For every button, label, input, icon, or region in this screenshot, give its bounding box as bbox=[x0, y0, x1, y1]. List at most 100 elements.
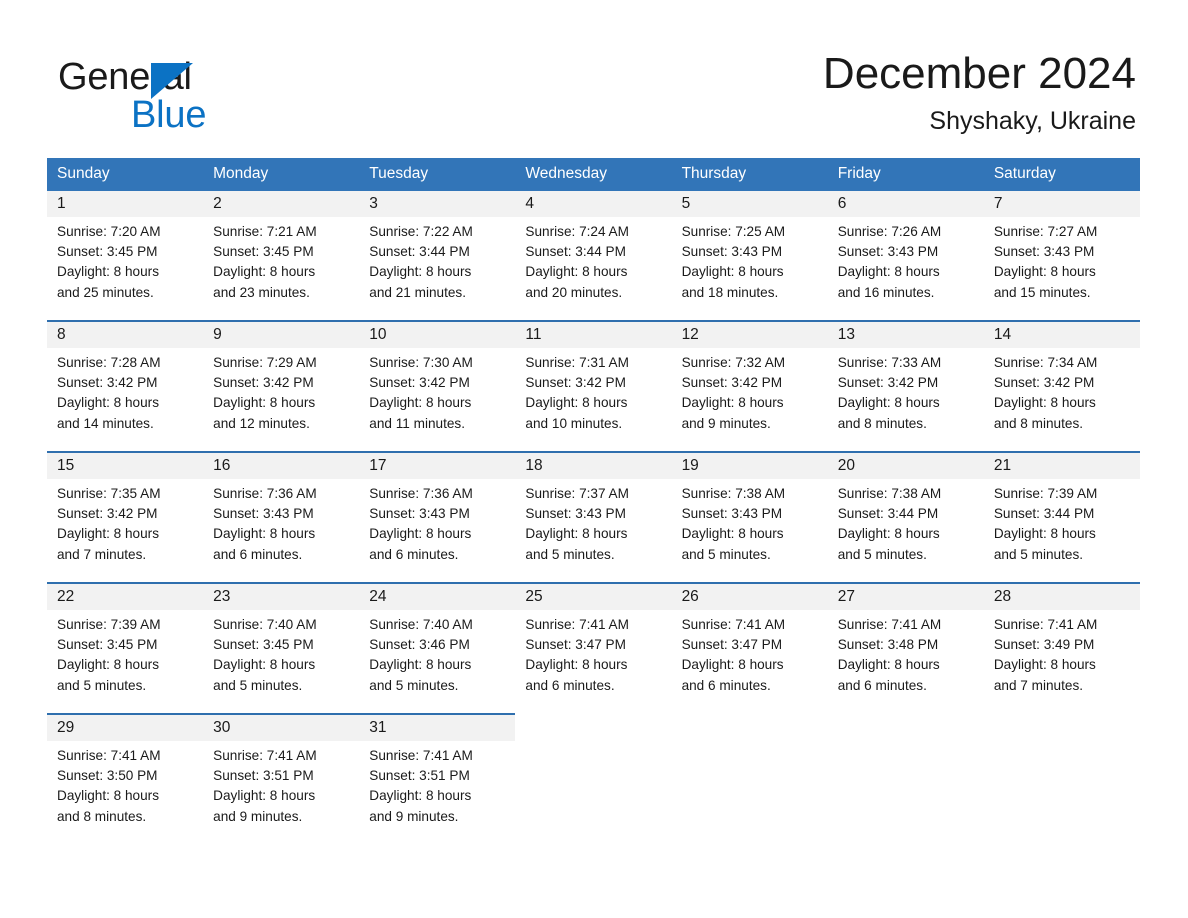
day-cell[interactable]: Sunrise: 7:39 AM Sunset: 3:44 PM Dayligh… bbox=[983, 479, 1140, 583]
week-detail-row: Sunrise: 7:20 AM Sunset: 3:45 PM Dayligh… bbox=[47, 217, 1140, 321]
sunrise-text: Sunrise: 7:41 AM bbox=[993, 617, 1098, 632]
day-cell[interactable]: Sunrise: 7:41 AM Sunset: 3:50 PM Dayligh… bbox=[47, 741, 204, 845]
daylight-line2: and 5 minutes. bbox=[681, 546, 771, 562]
day-number[interactable]: 29 bbox=[47, 713, 204, 741]
day-number[interactable]: 24 bbox=[359, 582, 516, 610]
day-number[interactable]: 16 bbox=[203, 451, 360, 479]
day-cell[interactable]: Sunrise: 7:30 AM Sunset: 3:42 PM Dayligh… bbox=[359, 348, 516, 452]
day-number[interactable]: 26 bbox=[671, 582, 828, 610]
day-number[interactable]: 25 bbox=[515, 582, 672, 610]
day-cell[interactable]: Sunrise: 7:31 AM Sunset: 3:42 PM Dayligh… bbox=[515, 348, 672, 452]
daylight-line2: and 16 minutes. bbox=[837, 284, 935, 300]
sunrise-text: Sunrise: 7:22 AM bbox=[369, 224, 473, 239]
day-number[interactable]: 31 bbox=[359, 713, 516, 741]
day-number[interactable]: 5 bbox=[671, 191, 828, 217]
day-cell[interactable]: Sunrise: 7:20 AM Sunset: 3:45 PM Dayligh… bbox=[47, 217, 204, 321]
general-blue-logo[interactable]: General Blue bbox=[58, 55, 388, 136]
daylight-line2: and 9 minutes. bbox=[681, 415, 771, 431]
calendar-page: General Blue December 2024 Shyshaky, Ukr… bbox=[0, 0, 1188, 918]
day-cell[interactable]: Sunrise: 7:36 AM Sunset: 3:43 PM Dayligh… bbox=[203, 479, 360, 583]
sunset-text: Sunset: 3:42 PM bbox=[837, 375, 939, 391]
day-number[interactable]: 15 bbox=[47, 451, 204, 479]
day-number[interactable]: 17 bbox=[359, 451, 516, 479]
day-cell[interactable]: Sunrise: 7:38 AM Sunset: 3:44 PM Dayligh… bbox=[827, 479, 984, 583]
sunrise-text: Sunrise: 7:21 AM bbox=[213, 224, 317, 239]
day-cell[interactable]: Sunrise: 7:41 AM Sunset: 3:47 PM Dayligh… bbox=[515, 610, 672, 714]
day-cell[interactable]: Sunrise: 7:33 AM Sunset: 3:42 PM Dayligh… bbox=[827, 348, 984, 452]
day-cell[interactable]: Sunrise: 7:40 AM Sunset: 3:45 PM Dayligh… bbox=[203, 610, 360, 714]
sunrise-text: Sunrise: 7:30 AM bbox=[369, 355, 473, 370]
day-number[interactable]: 28 bbox=[983, 582, 1140, 610]
sunset-text: Sunset: 3:43 PM bbox=[993, 244, 1095, 260]
day-cell[interactable]: Sunrise: 7:28 AM Sunset: 3:42 PM Dayligh… bbox=[47, 348, 204, 452]
day-cell[interactable]: Sunrise: 7:41 AM Sunset: 3:47 PM Dayligh… bbox=[671, 610, 828, 714]
day-cell[interactable]: Sunrise: 7:24 AM Sunset: 3:44 PM Dayligh… bbox=[515, 217, 672, 321]
day-number[interactable]: 3 bbox=[359, 191, 516, 217]
day-cell[interactable]: Sunrise: 7:38 AM Sunset: 3:43 PM Dayligh… bbox=[671, 479, 828, 583]
day-number[interactable]: 21 bbox=[983, 451, 1140, 479]
day-number[interactable]: 19 bbox=[671, 451, 828, 479]
day-cell[interactable]: Sunrise: 7:29 AM Sunset: 3:42 PM Dayligh… bbox=[203, 348, 360, 452]
page-subtitle-location: Shyshaky, Ukraine bbox=[929, 107, 1136, 135]
day-number[interactable]: 7 bbox=[983, 191, 1140, 217]
day-cell[interactable]: Sunrise: 7:25 AM Sunset: 3:43 PM Dayligh… bbox=[671, 217, 828, 321]
daylight-line1: Daylight: 8 hours bbox=[837, 526, 940, 542]
day-number[interactable]: 14 bbox=[983, 320, 1140, 348]
daylight-line2: and 9 minutes. bbox=[213, 808, 303, 824]
daylight-line1: Daylight: 8 hours bbox=[369, 395, 472, 411]
sunset-text: Sunset: 3:45 PM bbox=[57, 637, 158, 653]
day-number[interactable]: 9 bbox=[203, 320, 360, 348]
day-number[interactable]: 4 bbox=[515, 191, 672, 217]
sunrise-text: Sunrise: 7:39 AM bbox=[57, 617, 161, 632]
day-cell[interactable]: Sunrise: 7:27 AM Sunset: 3:43 PM Dayligh… bbox=[983, 217, 1140, 321]
daylight-line2: and 14 minutes. bbox=[57, 415, 154, 431]
sunrise-text: Sunrise: 7:24 AM bbox=[525, 224, 629, 239]
logo-text-blue: Blue bbox=[131, 94, 207, 136]
day-cell[interactable]: Sunrise: 7:37 AM Sunset: 3:43 PM Dayligh… bbox=[515, 479, 672, 583]
day-number[interactable]: 13 bbox=[827, 320, 984, 348]
daylight-line2: and 6 minutes. bbox=[213, 546, 303, 562]
weekday-header-monday: Monday bbox=[203, 158, 360, 191]
day-cell[interactable]: Sunrise: 7:22 AM Sunset: 3:44 PM Dayligh… bbox=[359, 217, 516, 321]
day-cell[interactable]: Sunrise: 7:35 AM Sunset: 3:42 PM Dayligh… bbox=[47, 479, 204, 583]
day-number[interactable]: 2 bbox=[203, 191, 360, 217]
day-cell[interactable]: Sunrise: 7:32 AM Sunset: 3:42 PM Dayligh… bbox=[671, 348, 828, 452]
day-cell[interactable]: Sunrise: 7:36 AM Sunset: 3:43 PM Dayligh… bbox=[359, 479, 516, 583]
day-cell[interactable]: Sunrise: 7:39 AM Sunset: 3:45 PM Dayligh… bbox=[47, 610, 204, 714]
day-cell[interactable]: Sunrise: 7:26 AM Sunset: 3:43 PM Dayligh… bbox=[827, 217, 984, 321]
sunset-text: Sunset: 3:43 PM bbox=[837, 244, 939, 260]
day-number[interactable]: 30 bbox=[203, 713, 360, 741]
daylight-line1: Daylight: 8 hours bbox=[213, 526, 316, 542]
daylight-line1: Daylight: 8 hours bbox=[993, 264, 1096, 280]
day-number[interactable]: 20 bbox=[827, 451, 984, 479]
day-cell[interactable]: Sunrise: 7:21 AM Sunset: 3:45 PM Dayligh… bbox=[203, 217, 360, 321]
sunrise-text: Sunrise: 7:41 AM bbox=[837, 617, 942, 632]
weekday-header-tuesday: Tuesday bbox=[359, 158, 516, 191]
daylight-line1: Daylight: 8 hours bbox=[837, 264, 940, 280]
day-number[interactable]: 6 bbox=[827, 191, 984, 217]
daylight-line2: and 8 minutes. bbox=[837, 415, 927, 431]
day-number[interactable]: 12 bbox=[671, 320, 828, 348]
sunrise-text: Sunrise: 7:40 AM bbox=[213, 617, 317, 632]
day-cell[interactable]: Sunrise: 7:40 AM Sunset: 3:46 PM Dayligh… bbox=[359, 610, 516, 714]
day-number[interactable]: 8 bbox=[47, 320, 204, 348]
day-cell[interactable]: Sunrise: 7:41 AM Sunset: 3:49 PM Dayligh… bbox=[983, 610, 1140, 714]
day-cell[interactable]: Sunrise: 7:41 AM Sunset: 3:48 PM Dayligh… bbox=[827, 610, 984, 714]
day-number[interactable]: 22 bbox=[47, 582, 204, 610]
day-number[interactable]: 11 bbox=[515, 320, 672, 348]
weekday-header-sunday: Sunday bbox=[47, 158, 204, 191]
daylight-line2: and 7 minutes. bbox=[993, 677, 1084, 693]
day-cell[interactable]: Sunrise: 7:41 AM Sunset: 3:51 PM Dayligh… bbox=[203, 741, 360, 845]
daylight-line2: and 23 minutes. bbox=[213, 284, 310, 300]
day-number[interactable]: 10 bbox=[359, 320, 516, 348]
day-number[interactable]: 18 bbox=[515, 451, 672, 479]
day-number[interactable]: 1 bbox=[47, 191, 204, 217]
daylight-line2: and 6 minutes. bbox=[369, 546, 459, 562]
day-cell[interactable]: Sunrise: 7:41 AM Sunset: 3:51 PM Dayligh… bbox=[359, 741, 516, 845]
daylight-line1: Daylight: 8 hours bbox=[525, 264, 628, 280]
daylight-line1: Daylight: 8 hours bbox=[57, 788, 160, 804]
day-number[interactable]: 27 bbox=[827, 582, 984, 610]
day-cell[interactable]: Sunrise: 7:34 AM Sunset: 3:42 PM Dayligh… bbox=[983, 348, 1140, 452]
daylight-line2: and 18 minutes. bbox=[681, 284, 779, 300]
day-number[interactable]: 23 bbox=[203, 582, 360, 610]
